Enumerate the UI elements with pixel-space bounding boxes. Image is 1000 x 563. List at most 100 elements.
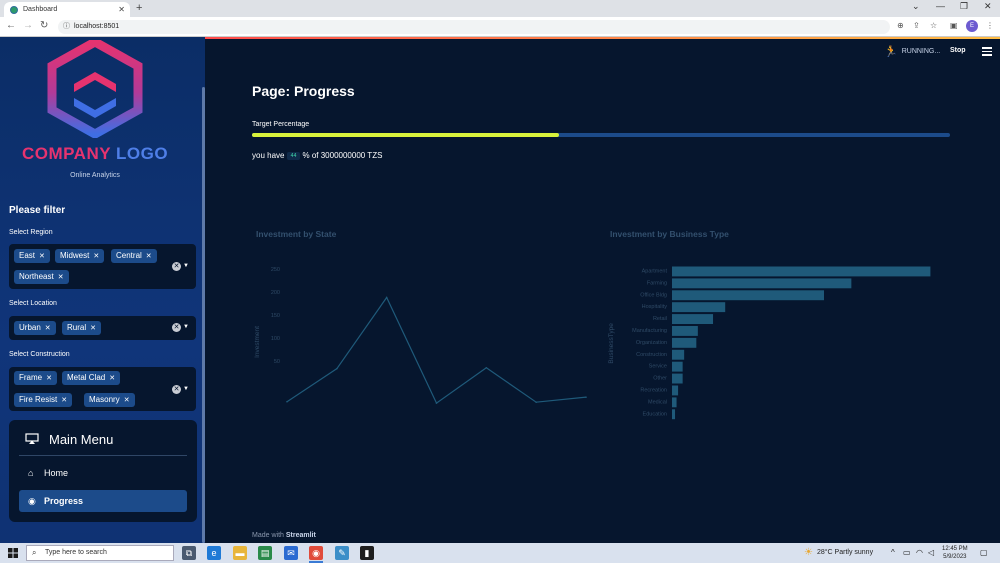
remove-chip-icon[interactable]: ✕ (46, 375, 52, 382)
system-clock[interactable]: 12:45 PM 5/9/2023 (942, 545, 968, 561)
maximize-icon[interactable]: ❐ (960, 1, 968, 12)
tray-expand-icon[interactable]: ^ (891, 548, 895, 557)
page-title: Page: Progress (252, 83, 355, 99)
menu-item-progress[interactable]: ◉ Progress (19, 490, 187, 512)
bar (672, 302, 726, 313)
location-chip[interactable]: Urban ✕ (14, 321, 56, 335)
mail-icon[interactable]: ✉ (284, 546, 298, 560)
streamlit-link[interactable]: Streamlit (286, 532, 316, 539)
region-chip[interactable]: Northeast ✕ (14, 270, 69, 284)
reload-icon[interactable]: ↻ (40, 20, 48, 31)
construction-multiselect[interactable]: Frame ✕ Metal Clad ✕ Fire Resist ✕ Masonry ✕… (9, 367, 196, 411)
store-icon[interactable]: ▤ (258, 546, 272, 560)
share-icon[interactable]: ⇪ (913, 21, 920, 30)
remove-chip-icon[interactable]: ✕ (58, 274, 64, 281)
address-bar-row: ← → ↻ ⓘ localhost:8501 ⊕ ⇪ ☆ ▣ E ⋮ (0, 17, 1000, 37)
browser-tab[interactable]: Dashboard ✕ (4, 2, 130, 17)
progress-summary: you have 44 % of 3000000000 TZS (252, 151, 383, 160)
windows-start-icon[interactable] (8, 548, 18, 558)
url-field[interactable]: ⓘ localhost:8501 (58, 20, 890, 34)
close-tab-icon[interactable]: ✕ (118, 5, 125, 14)
taskbar-search-input[interactable]: ⌕ Type here to search (26, 545, 174, 561)
clear-all-icon[interactable]: ✕ (172, 262, 181, 271)
logo-word-company: COMPANY (21, 144, 111, 163)
remove-chip-icon[interactable]: ✕ (61, 397, 67, 404)
bar (672, 314, 714, 324)
hamburger-menu-icon[interactable] (982, 47, 992, 58)
bar (672, 337, 697, 348)
search-icon: ⌕ (32, 548, 37, 557)
y-tick-label: Manufacturing (632, 328, 667, 334)
construction-chip[interactable]: Metal Clad ✕ (62, 371, 121, 385)
info-icon[interactable]: ⓘ (63, 20, 70, 34)
location-chip[interactable]: Rural ✕ (62, 321, 101, 335)
bookmark-star-icon[interactable]: ☆ (930, 21, 937, 30)
construction-chip[interactable]: Masonry ✕ (84, 393, 135, 407)
y-tick-label: Farming (647, 280, 667, 286)
streamlit-app: COMPANY LOGO Online Analytics Please fil… (0, 37, 1000, 543)
cast-icon (25, 433, 39, 444)
stop-button[interactable]: Stop (950, 47, 966, 54)
data-point (286, 400, 288, 403)
chevron-down-icon[interactable]: ▼ (183, 386, 189, 392)
more-menu-icon[interactable]: ⋮ (986, 21, 994, 30)
task-view-icon[interactable]: ⧉ (182, 546, 196, 560)
data-point (435, 402, 438, 404)
top-decoration (205, 37, 1000, 39)
sidebar-scrollbar[interactable] (202, 87, 205, 543)
edge-icon[interactable]: e (207, 546, 221, 560)
region-label: Select Region (9, 229, 53, 236)
profile-avatar[interactable]: E (966, 20, 978, 32)
bar (672, 349, 685, 360)
bar (672, 397, 677, 408)
zoom-icon[interactable]: ⊕ (897, 21, 904, 30)
wifi-icon[interactable]: ◠ (916, 548, 923, 557)
notifications-icon[interactable]: ▢ (980, 548, 988, 557)
weather-widget[interactable]: ☀ 28°C Partly sunny (804, 547, 873, 558)
close-window-icon[interactable]: ✕ (984, 1, 992, 12)
tab-search-icon[interactable]: ⌄ (912, 1, 920, 12)
volume-icon[interactable]: ◁ (928, 548, 934, 557)
remove-chip-icon[interactable]: ✕ (124, 397, 130, 404)
terminal-icon[interactable]: ▮ (360, 546, 374, 560)
construction-label: Select Construction (9, 351, 70, 358)
bar (672, 373, 683, 384)
region-chip[interactable]: East ✕ (14, 249, 50, 263)
file-explorer-icon[interactable]: ▬ (233, 546, 247, 560)
remove-chip-icon[interactable]: ✕ (146, 253, 152, 260)
investment-by-state-chart: Investment by State50100150200250ArushaD… (254, 229, 587, 405)
region-chip[interactable]: Central ✕ (111, 249, 157, 263)
forward-icon[interactable]: → (23, 20, 33, 31)
bar (672, 361, 683, 372)
clear-all-icon[interactable]: ✕ (172, 385, 181, 394)
side-panel-icon[interactable]: ▣ (950, 21, 958, 30)
location-label: Select Location (9, 300, 57, 307)
notepad-icon[interactable]: ✎ (335, 546, 349, 560)
region-multiselect[interactable]: East ✕ Midwest ✕ Central ✕ Northeast ✕ ✕ ▼ (9, 244, 196, 289)
back-icon[interactable]: ← (6, 20, 16, 31)
chevron-down-icon[interactable]: ▼ (183, 324, 189, 330)
clear-all-icon[interactable]: ✕ (172, 323, 181, 332)
new-tab-icon[interactable]: + (136, 2, 142, 14)
filter-heading: Please filter (9, 205, 66, 216)
y-tick-label: 50 (274, 359, 280, 365)
remove-chip-icon[interactable]: ✕ (45, 325, 51, 332)
chrome-icon[interactable]: ◉ (309, 546, 323, 560)
data-point (385, 296, 388, 299)
remove-chip-icon[interactable]: ✕ (109, 375, 115, 382)
minimize-icon[interactable]: — (936, 1, 945, 11)
browser-tabbar: Dashboard ✕ + ⌄ — ❐ ✕ (0, 0, 1000, 17)
remove-chip-icon[interactable]: ✕ (93, 253, 99, 260)
logo-word-logo: LOGO (116, 144, 169, 163)
construction-chip[interactable]: Frame ✕ (14, 371, 57, 385)
location-multiselect[interactable]: Urban ✕ Rural ✕ ✕ ▼ (9, 316, 196, 340)
network-icon[interactable]: ▭ (903, 548, 911, 557)
remove-chip-icon[interactable]: ✕ (39, 253, 45, 260)
menu-item-home[interactable]: ⌂ Home (19, 462, 187, 484)
remove-chip-icon[interactable]: ✕ (90, 325, 96, 332)
progress-bar-fill (252, 133, 560, 137)
chevron-down-icon[interactable]: ▼ (183, 263, 189, 269)
region-chip[interactable]: Midwest ✕ (55, 249, 105, 263)
construction-chip[interactable]: Fire Resist ✕ (14, 393, 73, 407)
progress-bar (252, 133, 950, 137)
